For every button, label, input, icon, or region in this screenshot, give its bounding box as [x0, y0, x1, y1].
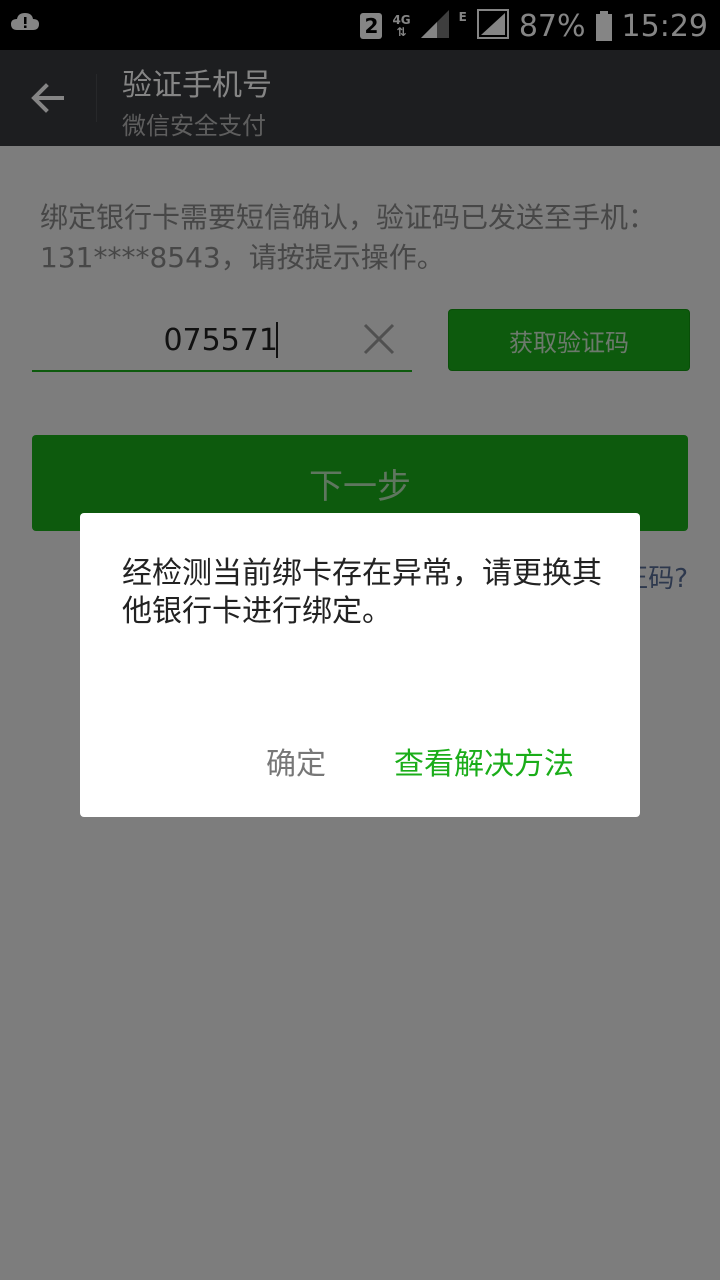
- dialog-message: 经检测当前绑卡存在异常，请更换其他银行卡进行绑定。: [122, 556, 602, 629]
- view-solution-button[interactable]: 查看解决方法: [394, 735, 574, 787]
- alert-dialog: 经检测当前绑卡存在异常，请更换其他银行卡进行绑定。 确定 查看解决方法: [80, 513, 640, 817]
- ok-button[interactable]: 确定: [266, 735, 326, 787]
